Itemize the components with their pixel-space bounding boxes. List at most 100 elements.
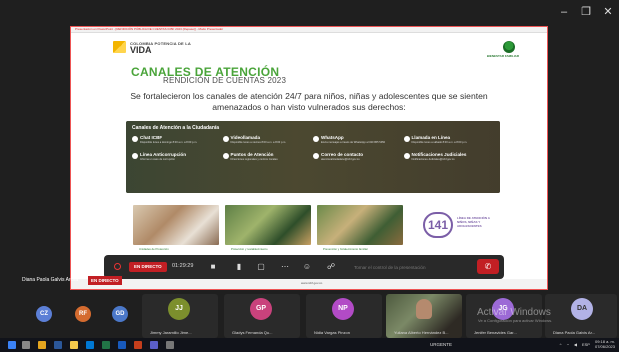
maximize-icon[interactable]: ❐ [575, 6, 597, 18]
participant-tile[interactable]: DA Diana Paola Galvis Ar... [545, 294, 617, 338]
whatsapp-icon [313, 136, 319, 142]
wifi-icon[interactable]: ◔ [566, 342, 568, 347]
start-icon[interactable] [8, 341, 16, 349]
slide-subheading: RENDICIÓN DE CUENTAS 2023 [163, 76, 287, 85]
participant-name: Yuliana Alberto Hernández B... [394, 330, 449, 335]
file-explorer-icon[interactable] [70, 341, 78, 349]
participant-tile[interactable]: JJ Jimmy Jaramillo Jime... [142, 294, 218, 338]
presenter-live-badge: EN DIRECTO [88, 276, 122, 285]
chevron-up-icon[interactable]: ^ [560, 342, 562, 347]
channel-desc: Notificaciones.Judiciales@icbf.gov.co [411, 158, 455, 161]
anticorruption-icon [132, 153, 138, 159]
line-141-badge: 141 [423, 212, 453, 238]
hang-up-button[interactable]: ✆ [477, 259, 499, 274]
video-call-icon [222, 136, 229, 142]
channel-desc: Envía mensajes a través de WhatsApp al 3… [321, 141, 386, 144]
window-controls: – ❐ ✕ [553, 6, 619, 18]
participant-video-tile[interactable]: Yuliana Alberto Hernández B... [386, 294, 462, 338]
edge-icon[interactable] [54, 341, 62, 349]
channel-item: WhatsApp Envía mensajes a través de Whats… [313, 135, 404, 144]
icbf-logo-text: BIENESTAR FAMILIAR [486, 54, 519, 58]
live-badge: EN DIRECTO [129, 262, 167, 272]
colombia-vida-logo: COLOMBIA POTENCIA DE LA VIDA [113, 40, 191, 55]
avatar: NP [332, 298, 354, 320]
screen: – ❐ ✕ Presentación en PowerPoint - [REND… [0, 0, 619, 352]
app-icon[interactable] [166, 341, 174, 349]
teams-icon[interactable] [150, 341, 158, 349]
word-icon[interactable] [118, 341, 126, 349]
window-title-bar: – ❐ ✕ [0, 0, 619, 26]
participant-name: Diana Paola Galvis Ar... [553, 330, 596, 335]
urgent-label: URGENTE [430, 342, 453, 347]
channel-desc: Direcciones regionales y centros zonales [230, 158, 278, 161]
clock-date: 07/06/2023 [594, 344, 615, 349]
location-icon [222, 153, 229, 159]
participant-name: Jimmy Jaramillo Jime... [150, 330, 192, 335]
camera-off-icon[interactable]: ■ [208, 262, 218, 271]
brand-big-text: VIDA [130, 45, 152, 55]
powerpoint-icon[interactable] [134, 341, 142, 349]
icbf-logo-icon [503, 41, 515, 53]
outlook-icon[interactable] [86, 341, 94, 349]
participant-tile[interactable]: GP Gladys Fernanda Qu... [224, 294, 300, 338]
shared-presentation: Presentación en PowerPoint - [RENDICIÓN … [70, 26, 548, 290]
channel-desc: Disponible lunes a domingo 8:00 a.m. a 8… [140, 141, 198, 144]
channels-grid: Chat ICBF Disponible lunes a domingo 8:00… [132, 135, 494, 161]
channel-item: Correo de contacto atencionalciudadano@ic… [313, 152, 404, 161]
record-icon[interactable] [114, 263, 121, 270]
phone-icon [403, 136, 410, 142]
channel-desc: Disponible lunes a sábado 8:00 a.m. a 8:… [411, 141, 468, 144]
photo-strip: Unidades de Protección Protección y rest… [133, 205, 403, 251]
channel-item: Puntos de Atención Direcciones regionales… [222, 152, 314, 161]
footer-url: www.icbf.gov.co [301, 281, 323, 285]
slide-footer: www.icbf.gov.co [71, 279, 547, 289]
line-141-text: LÍNEA DE ATENCIÓN A NIÑOS, NIÑAS Y ADOLE… [457, 216, 490, 228]
channel-item: Videollamada Disponible lunes a viernes 8… [222, 135, 314, 144]
participant-name: Gladys Fernanda Qu... [232, 330, 273, 335]
photo-caption: Unidades de Protección [139, 247, 169, 251]
channel-desc: Disponible lunes a viernes 8:00 a.m. a 8… [230, 141, 287, 144]
presentation-title-strip: Presentación en PowerPoint - [RENDICIÓN … [71, 27, 547, 33]
avatar[interactable]: CZ [36, 306, 52, 322]
participant-name: Jenifer Benavides Gar... [474, 330, 517, 335]
chat-icon [132, 136, 138, 142]
brand-mark-icon [113, 41, 126, 53]
take-control-input[interactable] [354, 261, 464, 273]
elapsed-timer: 01:29:29 [172, 263, 194, 269]
mic-icon[interactable]: ▮ [234, 262, 244, 271]
system-tray: ^ ◔ ◀ ESP 09:18 a. m. 07/06/2023 [560, 339, 615, 349]
avatar[interactable]: RF [75, 306, 91, 322]
document-icon [403, 153, 410, 159]
share-screen-icon[interactable]: ▢ [256, 262, 266, 271]
chrome-icon[interactable] [38, 341, 46, 349]
participant-tile[interactable]: NP Nidia Vargas Pinzon [306, 294, 382, 338]
more-options-icon[interactable]: ⋯ [280, 262, 290, 271]
channel-item: Notificaciones Judiciales Notificaciones.… [403, 152, 495, 161]
minimize-icon[interactable]: – [553, 6, 575, 18]
search-icon[interactable] [22, 341, 30, 349]
windows-activation-subtitle: Ve a Configuración para activar Windows. [478, 318, 553, 323]
channel-item: Chat ICBF Disponible lunes a domingo 8:00… [132, 135, 223, 144]
channels-panel: Canales de Atención a la Ciudadanía Chat… [126, 121, 500, 193]
close-icon[interactable]: ✕ [597, 6, 619, 18]
photo-unidades: Unidades de Protección [133, 205, 219, 251]
avatar: GP [250, 298, 272, 320]
channel-desc: Informa un caso de corrupción [140, 158, 176, 161]
volume-icon[interactable]: ◀ [574, 342, 577, 347]
panel-title: Canales de Atención a la Ciudadanía [132, 125, 220, 131]
participants-icon[interactable]: ☍ [326, 262, 336, 271]
mail-icon [313, 153, 319, 159]
clock[interactable]: 09:18 a. m. 07/06/2023 [595, 339, 615, 349]
channel-item: Llamada en Línea Disponible lunes a sábad… [403, 135, 495, 144]
language-indicator[interactable]: ESP [582, 342, 590, 347]
avatar: JJ [168, 298, 190, 320]
participant-video [416, 299, 432, 319]
slide-lead-text: Se fortalecieron los canales de atención… [130, 91, 488, 112]
excel-icon[interactable] [102, 341, 110, 349]
windows-activation-title: Activar Windows [477, 307, 551, 318]
reactions-icon[interactable]: ☺ [302, 262, 312, 271]
photo-proteccion: Protección y restablecimiento [225, 205, 311, 251]
participant-name: Nidia Vargas Pinzon [314, 330, 350, 335]
avatar[interactable]: GD [112, 306, 128, 322]
presentation-title: Presentación en PowerPoint - [RENDICIÓN … [75, 27, 224, 31]
